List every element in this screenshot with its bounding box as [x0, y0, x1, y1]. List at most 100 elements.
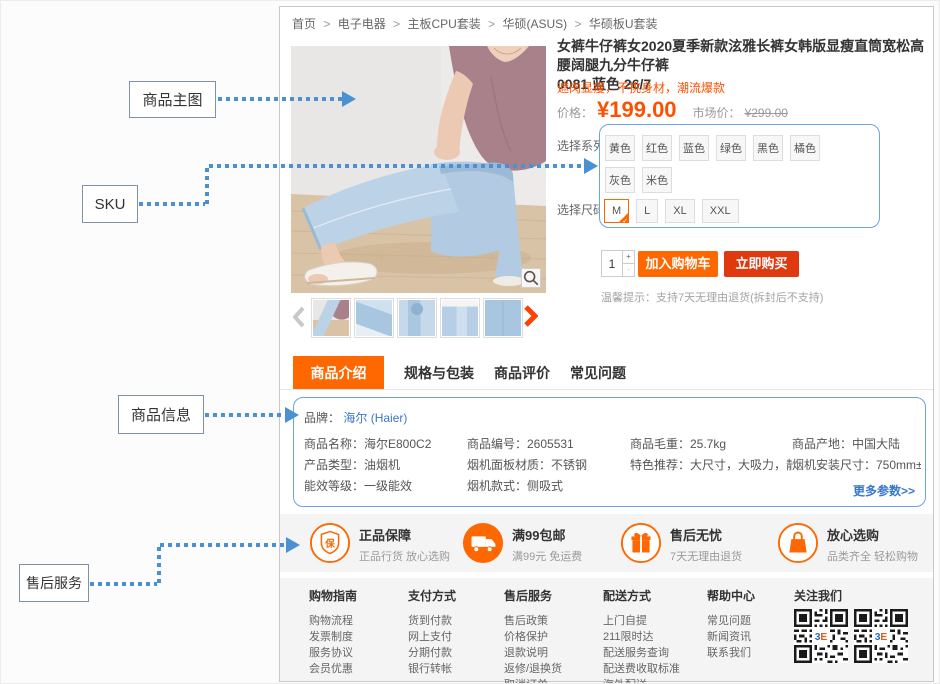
footer-link[interactable]: 联系我们: [707, 645, 755, 661]
quantity-decrease-button[interactable]: -: [623, 264, 635, 277]
breadcrumb-item[interactable]: 首页: [292, 17, 316, 31]
product-info-box: 品牌： 海尔 (Haier) 商品名称：海尔E800C2 商品编号：260553…: [293, 397, 926, 507]
annotation-label-product-info: 商品信息: [118, 395, 204, 434]
footer-link[interactable]: 退款说明: [504, 645, 562, 661]
footer-link[interactable]: 常见问题: [707, 613, 755, 629]
screenshot-canvas: 首页 > 电子电器 > 主板CPU套装 > 华硕(ASUS) > 华硕板U套装: [0, 0, 940, 684]
price-label: 价格：: [557, 104, 593, 121]
footer-link[interactable]: 返修/退换货: [504, 661, 562, 677]
footer-link[interactable]: 上门自提: [603, 613, 680, 629]
sku-selector-box: 黄色 红色 蓝色 绿色 黑色 橘色 灰色 米色 M L XL XXL: [599, 124, 880, 228]
attribute-grid: 商品名称：海尔E800C2 商品编号：2605531 商品毛重：25.7kg 商…: [304, 435, 921, 498]
quantity-input[interactable]: [601, 250, 623, 277]
footer-column-title: 售后服务: [504, 587, 562, 604]
service-item: 满99包邮满99元 免运费: [462, 522, 582, 564]
size-chip[interactable]: XL: [665, 199, 694, 223]
series-chip[interactable]: 红色: [642, 135, 672, 161]
service-subtitle: 正品行货 放心选购: [359, 548, 450, 564]
more-params-link[interactable]: 更多参数>>: [853, 482, 915, 499]
qr-code: [854, 609, 908, 663]
series-chip[interactable]: 绿色: [716, 135, 746, 161]
attr-cell: 产品类型：油烟机: [304, 456, 467, 477]
footer-link[interactable]: 配送费收取标准: [603, 661, 680, 677]
zoom-magnifier-icon[interactable]: [521, 268, 541, 288]
attr-cell: 商品毛重：25.7kg: [630, 435, 792, 456]
brand-link[interactable]: 海尔 (Haier): [343, 411, 407, 425]
arrowhead-icon: [285, 407, 299, 423]
series-chip[interactable]: 黄色: [605, 135, 635, 161]
gift-icon: [620, 522, 662, 564]
series-row-1: 黄色 红色 蓝色 绿色 黑色 橘色: [605, 135, 820, 161]
tab-product-intro[interactable]: 商品介绍: [293, 356, 384, 389]
footer-link[interactable]: 发票制度: [309, 629, 357, 645]
footer-column-delivery: 配送方式 上门自提 211限时达 配送服务查询 配送费收取标准 海外配送: [603, 587, 680, 684]
footer-column-title: 帮助中心: [707, 587, 755, 604]
footer-link[interactable]: 价格保护: [504, 629, 562, 645]
thumbnail-strip: [311, 298, 523, 338]
shield-icon: 保: [309, 522, 351, 564]
thumbnail-3[interactable]: [397, 298, 437, 338]
breadcrumb-item[interactable]: 华硕(ASUS): [502, 17, 567, 31]
thumbnail-2[interactable]: [354, 298, 394, 338]
footer-link[interactable]: 配送服务查询: [603, 645, 680, 661]
bag-icon: [777, 522, 819, 564]
size-chip[interactable]: L: [636, 199, 658, 223]
return-policy-tip: 温馨提示：支持7天无理由退货(拆封后不支持): [601, 289, 823, 305]
footer-link[interactable]: 海外配送: [603, 677, 680, 684]
footer-column-shopping-guide: 购物指南 购物流程 发票制度 服务协议 会员优惠: [309, 587, 357, 677]
annotation-arrow-sku: [205, 168, 209, 206]
breadcrumb-item[interactable]: 电子电器: [338, 17, 386, 31]
breadcrumb-item[interactable]: 主板CPU套装: [407, 17, 480, 31]
annotation-label-sku: SKU: [82, 185, 138, 223]
footer-link[interactable]: 服务协议: [309, 645, 357, 661]
annotation-arrow-after-sales: [90, 582, 157, 586]
svg-text:保: 保: [324, 538, 335, 550]
annotation-arrow-after-sales: [157, 547, 161, 586]
series-chip[interactable]: 蓝色: [679, 135, 709, 161]
annotation-arrow-sku: [209, 164, 584, 168]
thumbs-prev-icon[interactable]: [293, 306, 305, 333]
product-main-image[interactable]: [291, 46, 546, 293]
detail-tabs: 商品介绍 规格与包装 商品评价 常见问题: [280, 356, 933, 390]
breadcrumb: 首页 > 电子电器 > 主板CPU套装 > 华硕(ASUS) > 华硕板U套装: [292, 15, 658, 32]
thumbnail-5[interactable]: [483, 298, 523, 338]
service-subtitle: 品类齐全 轻松购物: [827, 548, 918, 564]
footer-link[interactable]: 分期付款: [408, 645, 456, 661]
add-to-cart-button[interactable]: 加入购物车: [638, 251, 718, 277]
quantity-increase-button[interactable]: +: [623, 250, 635, 264]
service-subtitle: 满99元 免运费: [512, 548, 582, 564]
footer-column-help-center: 帮助中心 常见问题 新闻资讯 联系我们: [707, 587, 755, 661]
service-title: 正品保障: [359, 525, 450, 544]
footer-link[interactable]: 银行转帐: [408, 661, 456, 677]
footer-link[interactable]: 购物流程: [309, 613, 357, 629]
service-item: 保 正品保障正品行货 放心选购: [309, 522, 450, 564]
attr-cell: 商品产地：中国大陆: [792, 435, 921, 456]
thumbnail-1[interactable]: [311, 298, 351, 338]
thumbs-next-icon[interactable]: [523, 304, 538, 333]
tab-faq[interactable]: 常见问题: [570, 356, 626, 389]
buy-now-button[interactable]: 立即购买: [724, 251, 799, 277]
tab-spec-packaging[interactable]: 规格与包装: [404, 356, 474, 389]
series-chip[interactable]: 橘色: [790, 135, 820, 161]
footer-link[interactable]: 网上支付: [408, 629, 456, 645]
truck-icon: [462, 522, 504, 564]
thumbnail-4[interactable]: [440, 298, 480, 338]
size-chip-selected[interactable]: M: [604, 199, 629, 223]
series-chip[interactable]: 米色: [642, 167, 672, 193]
footer-link[interactable]: 会员优惠: [309, 661, 357, 677]
service-title: 满99包邮: [512, 525, 582, 544]
footer-link[interactable]: 211限时达: [603, 629, 680, 645]
attr-cell: 商品编号：2605531: [467, 435, 630, 456]
size-chip[interactable]: XXL: [702, 199, 739, 223]
footer-link[interactable]: 新闻资讯: [707, 629, 755, 645]
footer-link[interactable]: 取消订单: [504, 677, 562, 684]
breadcrumb-item[interactable]: 华硕板U套装: [589, 17, 658, 31]
footer-link[interactable]: 售后政策: [504, 613, 562, 629]
annotation-arrow-sku: [139, 202, 205, 206]
attr-cell: 烟机安装尺寸：750mm±50mm (烟...: [792, 456, 921, 477]
footer-link[interactable]: 货到付款: [408, 613, 456, 629]
service-guarantee-strip: 保 正品保障正品行货 放心选购 满99包邮满99元 免运费 售后无忧7天无理由退…: [280, 514, 933, 572]
series-chip[interactable]: 灰色: [605, 167, 635, 193]
series-chip[interactable]: 黑色: [753, 135, 783, 161]
tab-reviews[interactable]: 商品评价: [494, 356, 550, 389]
